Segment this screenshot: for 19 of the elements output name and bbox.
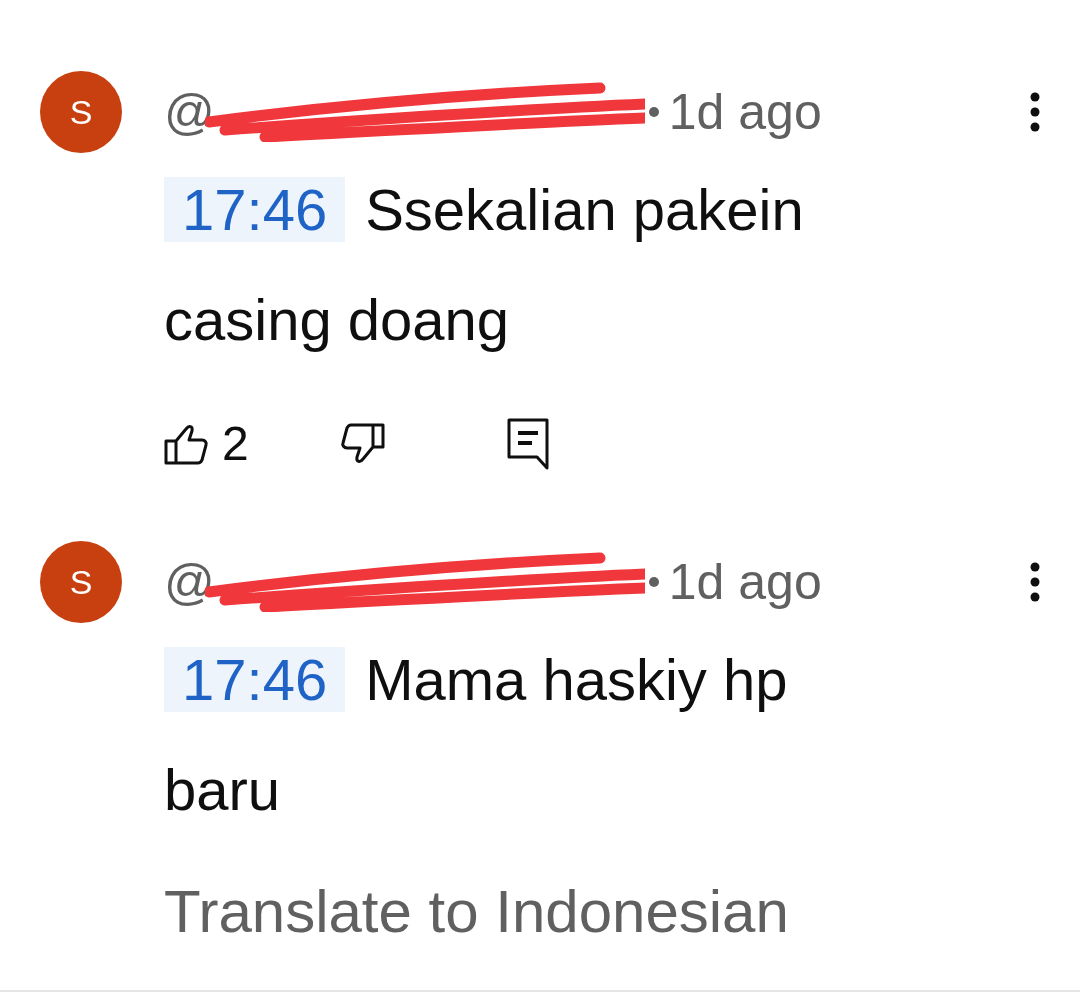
username[interactable]: @ — [164, 74, 215, 150]
username[interactable]: @ — [164, 544, 215, 620]
comment-text-line: baru — [164, 757, 281, 822]
more-options-icon[interactable] — [1030, 92, 1040, 132]
comment-time: 1d ago — [668, 552, 822, 612]
separator-dot — [648, 577, 659, 587]
separator-dot — [648, 107, 659, 117]
comment-time: 1d ago — [668, 82, 822, 142]
avatar[interactable]: S — [40, 541, 122, 623]
comment-text-line: Ssekalian pakein — [365, 177, 804, 242]
comment-text-line: Mama haskiy hp — [365, 647, 788, 712]
like-count: 2 — [222, 416, 249, 472]
more-options-icon[interactable] — [1030, 562, 1040, 602]
timestamp-link[interactable]: 17:46 — [164, 177, 346, 242]
translate-link[interactable]: Translate to Indonesian — [164, 878, 789, 945]
timestamp-link[interactable]: 17:46 — [164, 647, 346, 712]
reply-icon[interactable] — [506, 418, 549, 470]
avatar[interactable]: S — [40, 71, 122, 153]
comment-text-line: casing doang — [164, 287, 510, 352]
